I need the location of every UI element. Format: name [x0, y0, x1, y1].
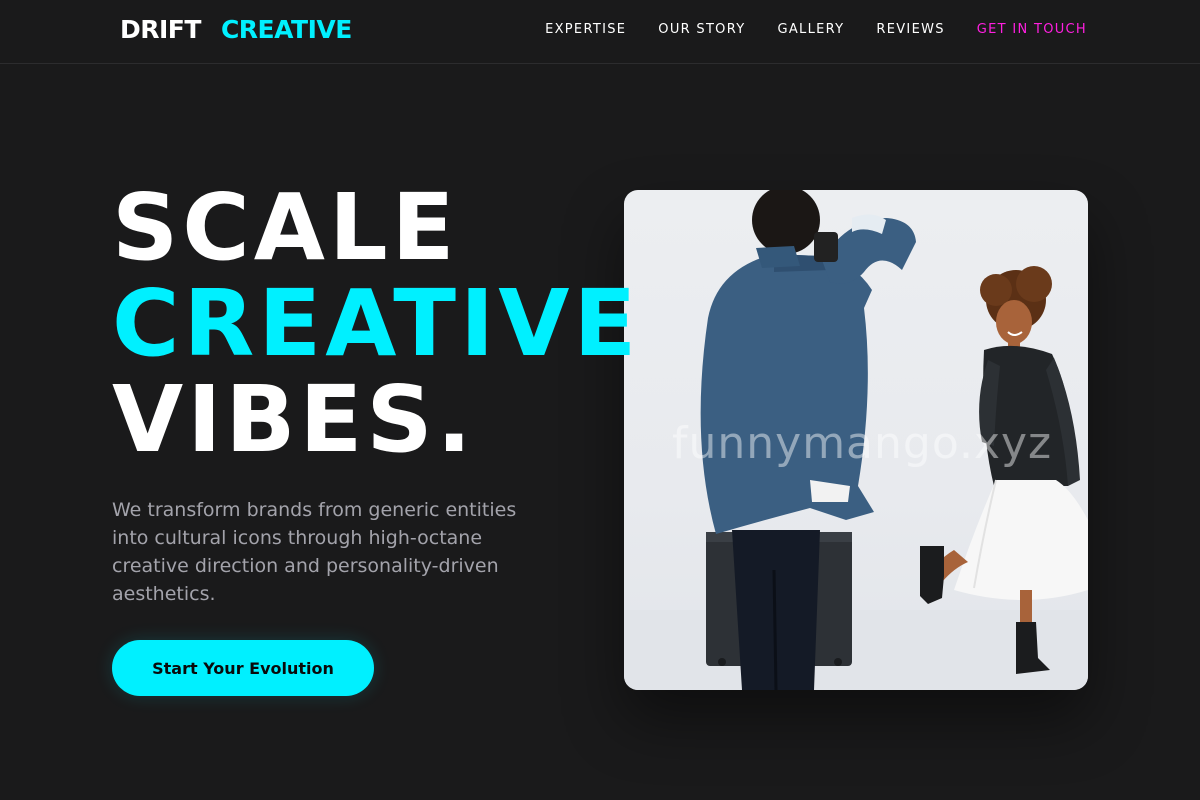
- brand-logo[interactable]: DRIFT CREATIVE: [120, 15, 352, 44]
- nav-get-in-touch-link[interactable]: GET IN TOUCH: [977, 22, 1087, 37]
- hero-headline-line-1: SCALE: [112, 174, 459, 281]
- image-watermark: funnymango.xyz: [672, 418, 1053, 469]
- brand-word-drift: DRIFT: [120, 15, 201, 44]
- nav-item-expertise[interactable]: EXPERTISE: [545, 22, 626, 37]
- hero-headline-line-3: VIBES.: [112, 366, 476, 473]
- brand-word-creative: CREATIVE: [220, 15, 352, 44]
- top-navbar: DRIFT CREATIVE EXPERTISE OUR STORY GALLER…: [0, 0, 1200, 64]
- nav-item-our-story[interactable]: OUR STORY: [658, 22, 745, 37]
- hero-subtitle: We transform brands from generic entitie…: [112, 499, 517, 605]
- hero-photo: funnymango.xyz: [624, 190, 1088, 690]
- hero-headline-line-2: CREATIVE: [112, 270, 641, 377]
- main-nav: EXPERTISE OUR STORY GALLERY REVIEWS GET …: [545, 22, 1087, 37]
- start-your-evolution-button[interactable]: Start Your Evolution: [112, 640, 374, 696]
- nav-item-gallery[interactable]: GALLERY: [777, 22, 844, 37]
- nav-item-reviews[interactable]: REVIEWS: [876, 22, 944, 37]
- hero-headline: SCALE CREATIVE VIBES.: [112, 180, 640, 468]
